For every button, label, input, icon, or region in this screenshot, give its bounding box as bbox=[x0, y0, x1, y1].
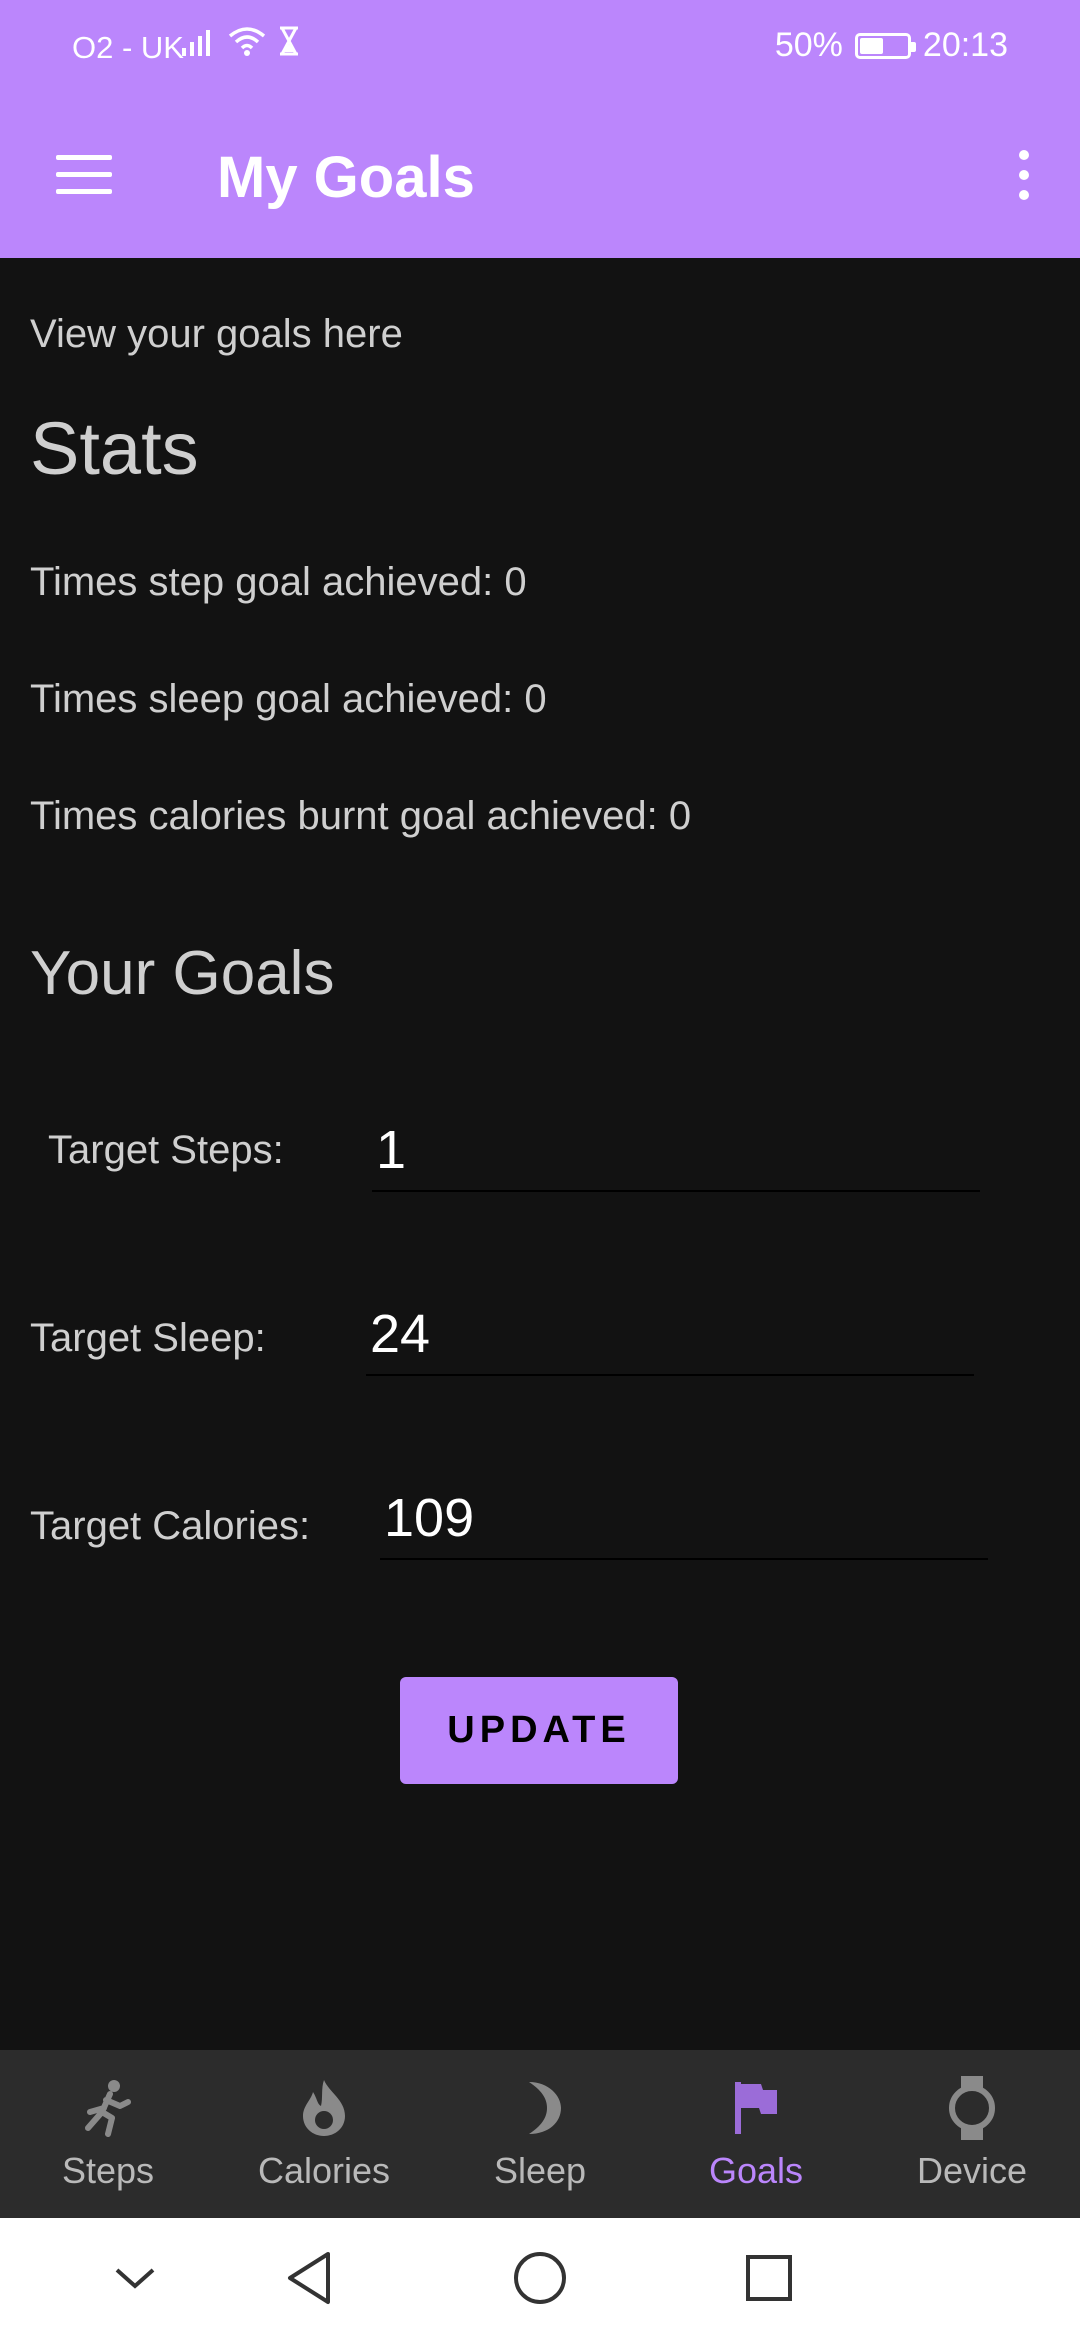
page-title: My Goals bbox=[217, 145, 475, 210]
flag-icon bbox=[724, 2076, 788, 2140]
status-right: 50% 20:13 bbox=[775, 26, 1008, 65]
nav-item-steps[interactable]: Steps bbox=[0, 2050, 216, 2218]
target-steps-label: Target Steps: bbox=[48, 1128, 284, 1172]
app-bar: O2 - UK 50% 20:13 My Goals bbox=[0, 0, 1080, 258]
more-vert-icon[interactable] bbox=[1012, 146, 1036, 206]
nav-label-device: Device bbox=[916, 2150, 1028, 2191]
nav-label-calories: Calories bbox=[257, 2150, 391, 2191]
target-calories-input[interactable] bbox=[380, 1478, 988, 1560]
stat-calories-achieved: Times calories burnt goal achieved: 0 bbox=[30, 794, 692, 838]
battery-icon bbox=[854, 32, 916, 59]
nav-item-device[interactable]: Device bbox=[864, 2050, 1080, 2218]
stat-sleep-achieved: Times sleep goal achieved: 0 bbox=[30, 677, 547, 721]
home-icon[interactable] bbox=[508, 2246, 572, 2310]
running-icon bbox=[76, 2076, 140, 2140]
collapse-chevron-icon[interactable] bbox=[103, 2246, 167, 2310]
moon-icon bbox=[508, 2076, 572, 2140]
carrier-label: O2 - UK bbox=[72, 30, 184, 65]
hamburger-menu-icon[interactable] bbox=[56, 155, 112, 195]
stat-steps-achieved: Times step goal achieved: 0 bbox=[30, 560, 527, 604]
update-button[interactable]: UPDATE bbox=[400, 1677, 678, 1784]
stats-heading: Stats bbox=[30, 407, 199, 490]
clock: 20:13 bbox=[922, 26, 1008, 64]
goals-heading: Your Goals bbox=[30, 939, 335, 1008]
target-sleep-input[interactable] bbox=[366, 1294, 974, 1376]
target-steps-input[interactable] bbox=[372, 1110, 980, 1192]
nav-item-sleep[interactable]: Sleep bbox=[432, 2050, 648, 2218]
hourglass-icon bbox=[280, 26, 298, 56]
target-calories-label: Target Calories: bbox=[30, 1504, 311, 1548]
back-icon[interactable] bbox=[277, 2246, 341, 2310]
battery-percent: 50% bbox=[774, 26, 843, 64]
flame-icon bbox=[292, 2076, 356, 2140]
status-bar: O2 - UK 50% 20:13 bbox=[0, 0, 1080, 95]
nav-label-steps: Steps bbox=[61, 2150, 155, 2191]
nav-label-sleep: Sleep bbox=[493, 2150, 587, 2191]
recents-icon[interactable] bbox=[737, 2246, 801, 2310]
nav-item-calories[interactable]: Calories bbox=[216, 2050, 432, 2218]
page-subtitle: View your goals here bbox=[30, 312, 403, 356]
nav-label-goals: Goals bbox=[708, 2150, 804, 2191]
target-sleep-label: Target Sleep: bbox=[30, 1316, 266, 1360]
wifi-icon bbox=[228, 27, 266, 56]
signal-icon bbox=[182, 30, 210, 56]
toolbar: My Goals bbox=[0, 120, 1080, 232]
system-navigation-bar bbox=[0, 2218, 1080, 2340]
watch-icon bbox=[940, 2076, 1004, 2140]
bottom-navigation: Steps Calories Sleep Goals Device bbox=[0, 2050, 1080, 2218]
nav-item-goals[interactable]: Goals bbox=[648, 2050, 864, 2218]
status-icons bbox=[182, 26, 300, 56]
